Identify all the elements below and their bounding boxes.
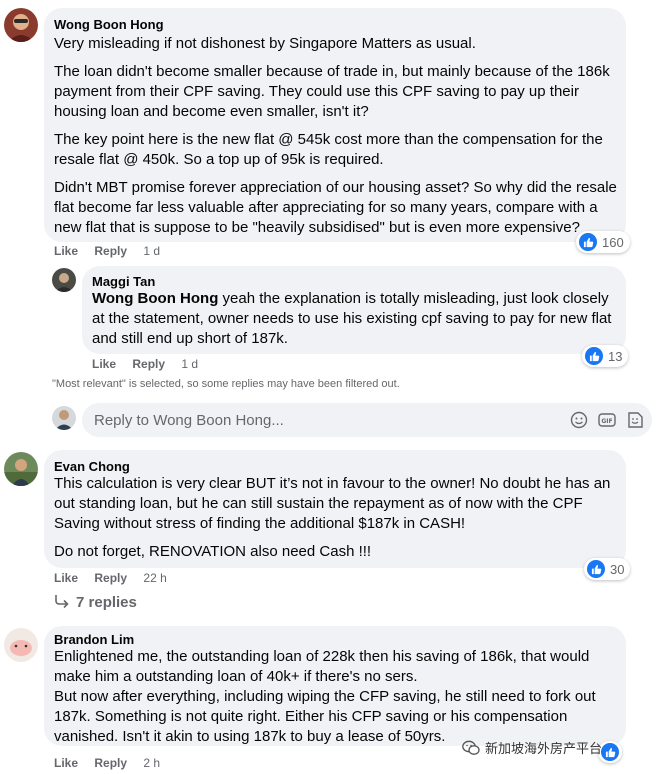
comment-bubble: Brandon Lim Enlightened me, the outstand…	[44, 626, 626, 746]
comment-timestamp[interactable]: 1 d	[143, 244, 160, 258]
reply-composer: GIF	[82, 403, 652, 437]
comment-text: Very misleading if not dishonest by Sing…	[54, 34, 620, 238]
reaction-number: 160	[602, 234, 624, 250]
reply-button[interactable]: Reply	[94, 571, 127, 585]
reply-actions: Like Reply 1 d	[92, 357, 198, 371]
thumbs-up-icon	[585, 347, 603, 365]
reply-input[interactable]	[94, 403, 554, 437]
comment-author[interactable]: Evan Chong	[54, 459, 130, 474]
view-replies-link[interactable]: 7 replies	[54, 594, 137, 611]
thumbs-up-icon	[587, 560, 605, 578]
reply-button[interactable]: Reply	[94, 244, 127, 258]
gif-icon[interactable]: GIF	[598, 411, 616, 429]
reaction-count[interactable]: 30	[584, 558, 631, 580]
comment-paragraph: Didn't MBT promise forever appreciation …	[54, 179, 617, 236]
like-button[interactable]: Like	[54, 756, 78, 770]
comment-paragraph: This calculation is very clear BUT it’s …	[54, 475, 611, 532]
reaction-number: 30	[610, 561, 625, 577]
comment-paragraph: The key point here is the new flat @ 545…	[54, 131, 603, 168]
comment-author[interactable]: Wong Boon Hong	[54, 17, 164, 32]
reply-author[interactable]: Maggi Tan	[92, 274, 155, 289]
reaction-count[interactable]: 160	[576, 231, 630, 253]
reply-button[interactable]: Reply	[94, 756, 127, 770]
svg-text:GIF: GIF	[601, 418, 612, 425]
comment-actions: Like Reply 22 h	[54, 571, 167, 585]
comment-text: Enlightened me, the outstanding loan of …	[54, 647, 620, 747]
comment-timestamp[interactable]: 22 h	[143, 571, 166, 585]
comment-paragraph: Enlightened me, the outstanding loan of …	[54, 648, 590, 685]
like-button[interactable]: Like	[54, 571, 78, 585]
like-button[interactable]: Like	[92, 357, 116, 371]
thumbs-up-icon	[601, 743, 619, 761]
reply-arrow-icon	[55, 595, 69, 609]
comment-paragraph: The loan didn't become smaller because o…	[54, 63, 610, 120]
avatar-evan-chong[interactable]	[4, 452, 38, 486]
reaction-number: 13	[608, 348, 623, 364]
watermark-text: 新加坡海外房产平台	[485, 741, 603, 756]
watermark: 新加坡海外房产平台	[462, 738, 602, 757]
like-button[interactable]: Like	[54, 244, 78, 258]
comment-text: This calculation is very clear BUT it’s …	[54, 474, 620, 562]
avatar-current-user	[52, 406, 76, 430]
comment-actions: Like Reply 1 d	[54, 244, 160, 258]
wechat-icon	[462, 740, 480, 755]
thumbs-up-icon	[579, 233, 597, 251]
comment-paragraph: Do not forget, RENOVATION also need Cash…	[54, 543, 372, 560]
mention-link[interactable]: Wong Boon Hong	[92, 290, 218, 307]
comment-actions: Like Reply 2 h	[54, 756, 160, 770]
reply-text: Wong Boon Hong yeah the explanation is t…	[92, 289, 617, 349]
comment-timestamp[interactable]: 2 h	[143, 756, 160, 770]
reply-timestamp[interactable]: 1 d	[181, 357, 198, 371]
filter-note: "Most relevant" is selected, so some rep…	[52, 378, 400, 390]
avatar-wong-boon-hong[interactable]	[4, 8, 38, 42]
comment-author[interactable]: Brandon Lim	[54, 632, 134, 647]
smiley-icon[interactable]	[570, 411, 588, 429]
replies-count[interactable]: 7 replies	[76, 594, 137, 611]
sticker-icon[interactable]	[626, 411, 644, 429]
avatar-maggi-tan[interactable]	[52, 268, 76, 292]
reply-bubble: Maggi Tan Wong Boon Hong yeah the explan…	[82, 266, 626, 354]
reply-button[interactable]: Reply	[132, 357, 165, 371]
comment-bubble: Evan Chong This calculation is very clea…	[44, 450, 626, 568]
comment-bubble: Wong Boon Hong Very misleading if not di…	[44, 8, 626, 242]
comment-paragraph: Very misleading if not dishonest by Sing…	[54, 35, 476, 52]
reaction-count[interactable]: 13	[582, 345, 629, 367]
avatar-brandon-lim[interactable]	[4, 628, 38, 662]
